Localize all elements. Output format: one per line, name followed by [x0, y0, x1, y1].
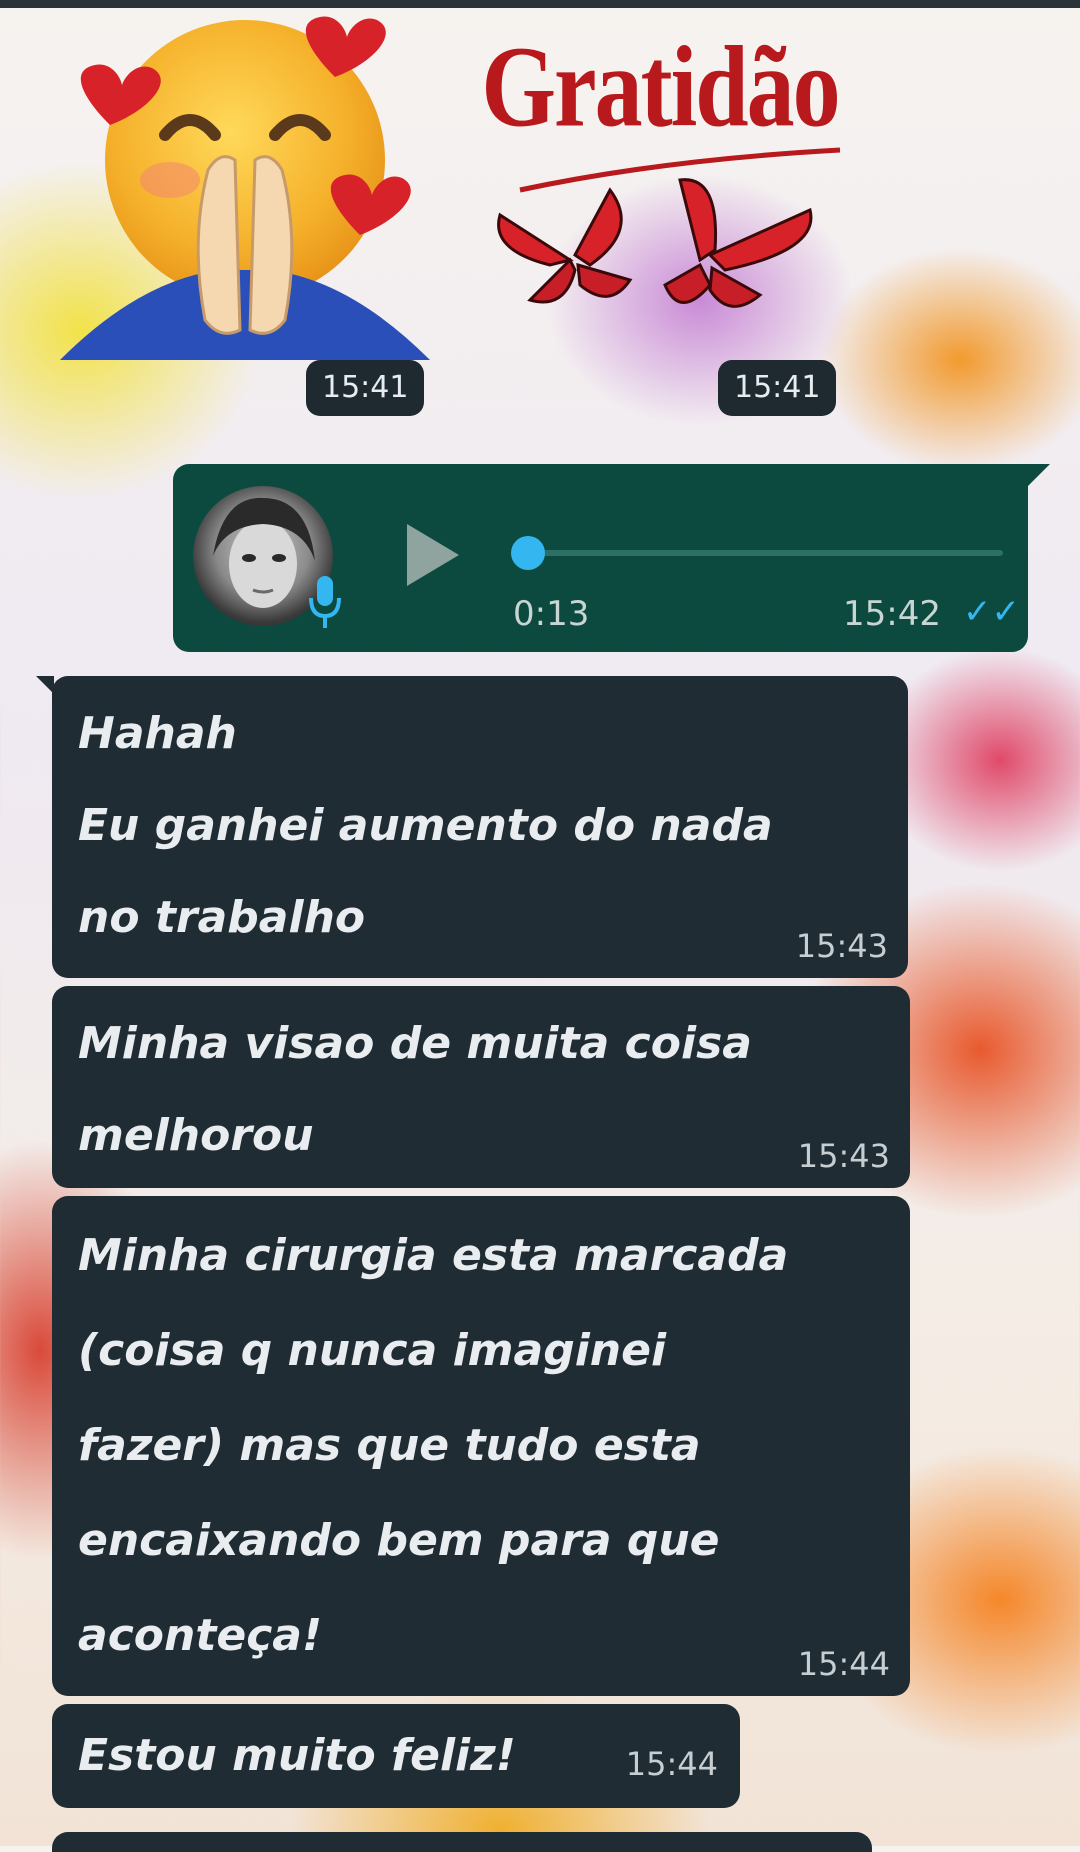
praying-face-hearts-icon [60, 16, 430, 360]
message-text-line: Minha cirurgia esta marcada [78, 1230, 789, 1281]
message-text-line: fazer) mas que tudo esta [78, 1420, 701, 1471]
message-text-line: aconteça! [78, 1610, 323, 1661]
audio-progress-knob[interactable] [511, 536, 545, 570]
message-text-line: Hahah [78, 708, 237, 759]
butterflies-icon [497, 147, 841, 308]
incoming-message[interactable]: Minha visao de muita coisa melhorou 15:4… [52, 986, 910, 1188]
message-text-line: (coisa q nunca imaginei [78, 1325, 667, 1376]
praying-emoji-sticker[interactable] [60, 10, 430, 360]
voice-duration: 0:13 [513, 594, 590, 634]
sticker-time-right: 15:41 [718, 360, 837, 416]
status-bar-edge [0, 0, 1080, 8]
message-text-line: encaixando bem para que [78, 1515, 720, 1566]
message-time: 15:43 [797, 1137, 890, 1175]
message-text-line: Estou muito feliz! [78, 1730, 516, 1781]
audio-progress-track[interactable] [525, 550, 1003, 556]
incoming-message[interactable]: Minha cirurgia esta marcada (coisa q nun… [52, 1196, 910, 1696]
incoming-message[interactable]: Estou muito feliz! 15:44 [52, 1704, 740, 1808]
message-time: 15:44 [625, 1745, 718, 1783]
message-text-line: Eu ganhei aumento do nada [78, 800, 773, 851]
message-text-line: melhorou [78, 1110, 314, 1161]
next-message-edge [52, 1832, 872, 1852]
voice-message-bubble[interactable]: 0:13 15:42 ✓✓ [173, 464, 1050, 652]
double-check-icon: ✓✓ [963, 592, 1020, 632]
message-time: 15:44 [797, 1645, 890, 1683]
incoming-message[interactable]: Hahah Eu ganhei aumento do nada no traba… [36, 676, 908, 978]
sticker-time-left: 15:41 [306, 360, 425, 416]
play-icon[interactable] [403, 520, 463, 590]
message-text-line: Minha visao de muita coisa [78, 1018, 752, 1069]
microphone-icon [309, 576, 341, 628]
message-time: 15:42 [843, 594, 941, 634]
message-text-line: no trabalho [78, 892, 366, 943]
message-time: 15:43 [795, 927, 888, 965]
gratitude-sticker[interactable]: Gratidão [460, 10, 860, 340]
